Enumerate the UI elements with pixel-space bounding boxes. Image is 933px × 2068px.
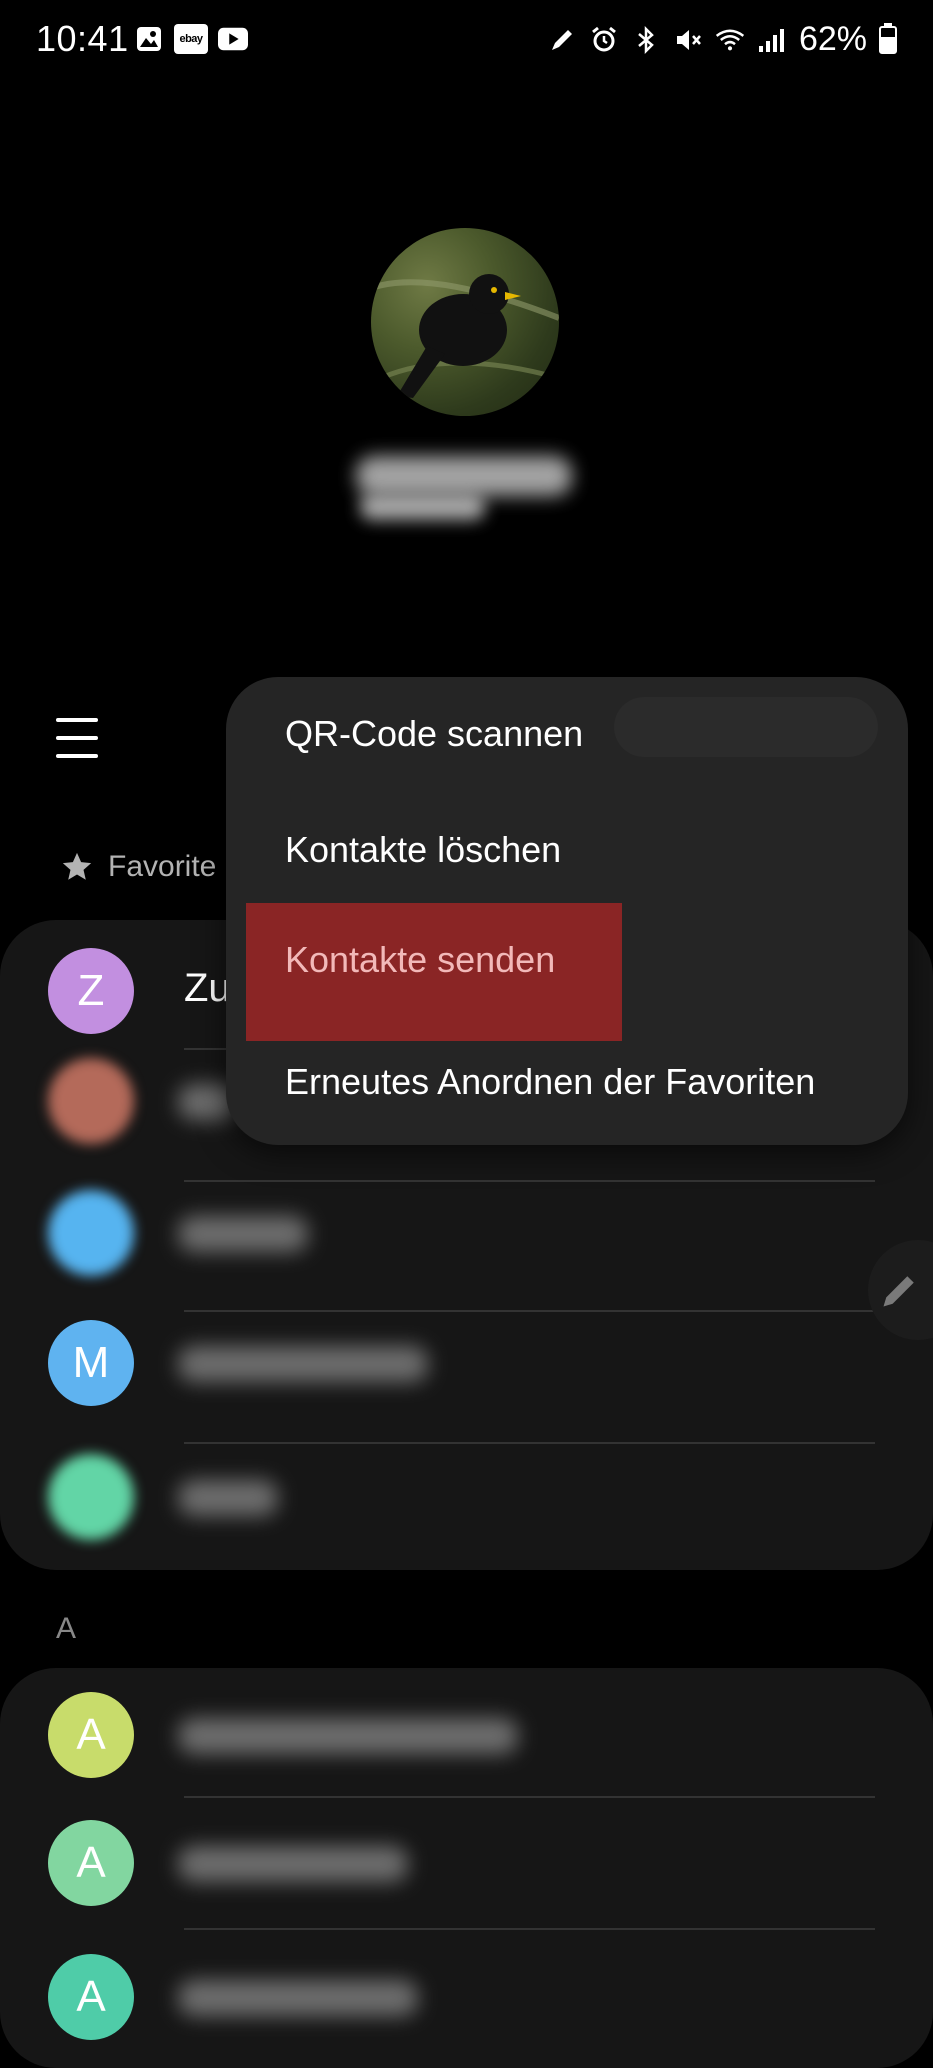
contact-avatar: Z: [48, 948, 134, 1034]
wifi-icon: [715, 25, 745, 55]
contacts-card: A A A: [0, 1668, 933, 2068]
contact-avatar: A: [48, 1954, 134, 2040]
pen-icon: [547, 25, 577, 55]
contact-avatar: [48, 1190, 134, 1276]
menu-item-reorder-favorites[interactable]: Erneutes Anordnen der Favoriten: [226, 1025, 908, 1141]
star-icon: [62, 852, 92, 880]
contact-avatar: [48, 1454, 134, 1540]
contact-avatar: [48, 1058, 134, 1144]
bluetooth-icon: [631, 25, 661, 55]
contact-name: Zu: [184, 966, 231, 1010]
contact-row[interactable]: A: [0, 1670, 933, 1800]
contact-name-redacted: [178, 1718, 518, 1754]
menu-item-delete-contacts[interactable]: Kontakte löschen: [226, 793, 908, 909]
gallery-icon: [134, 24, 164, 54]
section-letter: A: [56, 1612, 77, 1645]
contact-name-redacted: [178, 1216, 308, 1252]
menu-item-qr-scan[interactable]: QR-Code scannen: [226, 677, 908, 793]
favorites-label: Favorite: [108, 850, 217, 883]
mute-icon: [673, 25, 703, 55]
profile-subtitle-redacted: [360, 494, 485, 520]
youtube-icon: [218, 24, 248, 54]
contact-name-redacted: [178, 1980, 418, 2016]
contact-row[interactable]: [0, 1168, 933, 1298]
menu-hamburger-icon[interactable]: [56, 718, 98, 758]
menu-item-send-contacts[interactable]: Kontakte senden: [226, 903, 908, 1041]
contact-name-redacted: [178, 1346, 428, 1382]
contact-avatar: M: [48, 1320, 134, 1406]
battery-percent: 62%: [798, 20, 867, 58]
status-right-icons: 62%: [547, 20, 897, 59]
notification-icons: ebay: [134, 24, 248, 54]
status-bar: 10:41 ebay 62%: [0, 0, 933, 80]
battery-icon: [879, 22, 897, 54]
ebay-icon: ebay: [174, 24, 208, 54]
favorites-header: Favorite: [60, 850, 216, 884]
contact-name-redacted: [178, 1480, 278, 1516]
contact-row[interactable]: A: [0, 1798, 933, 1928]
pencil-icon: [883, 1276, 914, 1307]
signal-icon: [757, 25, 787, 55]
contact-avatar: A: [48, 1820, 134, 1906]
contact-row[interactable]: M: [0, 1298, 933, 1428]
contact-row[interactable]: A: [0, 1932, 933, 2062]
contact-avatar: A: [48, 1692, 134, 1778]
profile-avatar[interactable]: [371, 228, 559, 416]
contact-row[interactable]: [0, 1432, 933, 1562]
alarm-icon: [589, 25, 619, 55]
overflow-menu: QR-Code scannen Kontakte löschen Kontakt…: [226, 677, 908, 1145]
profile-name-redacted: [356, 456, 572, 496]
contact-name-redacted: [178, 1846, 408, 1882]
divider: [184, 1928, 875, 1930]
status-time: 10:41: [36, 18, 129, 59]
